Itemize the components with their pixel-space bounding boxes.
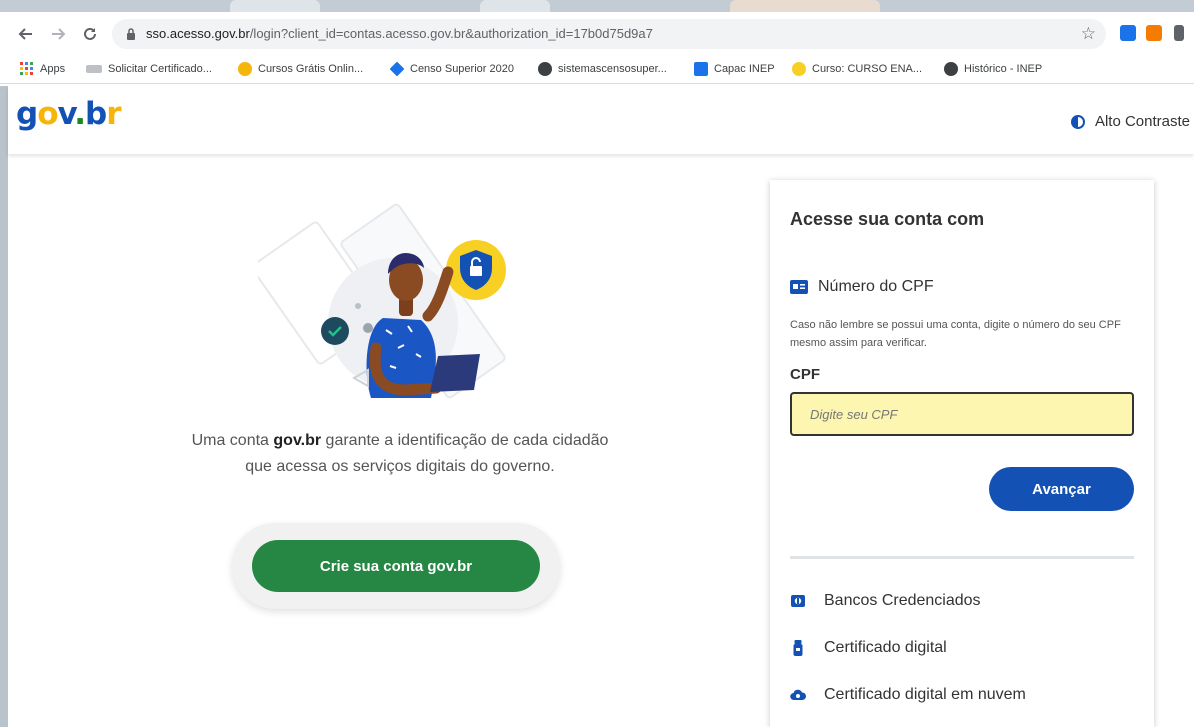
sap-icon xyxy=(86,65,102,73)
bookmark-cursos-gratis[interactable]: Cursos Grátis Onlin... xyxy=(238,60,363,78)
reload-button[interactable] xyxy=(78,22,102,46)
login-option-label: Certificado digital em nuvem xyxy=(824,686,1026,703)
govbr-logo[interactable]: gov.br xyxy=(16,96,122,132)
bookmark-label: Capac INEP xyxy=(714,63,775,75)
tab-strip xyxy=(0,0,1194,12)
url-path: /login?client_id=contas.acesso.gov.br&au… xyxy=(249,26,653,41)
bookmark-label: sistemascensosuper... xyxy=(558,63,667,75)
url-text: sso.acesso.gov.br/login?client_id=contas… xyxy=(146,26,653,41)
extension-search-icon[interactable] xyxy=(1120,25,1136,41)
login-option-cloud-certificate[interactable]: Certificado digital em nuvem xyxy=(790,686,1026,704)
person-laptop-illustration xyxy=(258,203,506,399)
login-card: Acesse sua conta com Número do CPF Caso … xyxy=(770,180,1154,727)
create-account-container: Crie sua conta gov.br xyxy=(232,523,560,609)
bookmarks-bar: Apps Solicitar Certificado... Cursos Grá… xyxy=(0,54,1194,84)
next-button[interactable]: Avançar xyxy=(989,467,1134,511)
forward-button[interactable] xyxy=(46,22,70,46)
url-host: sso.acesso.gov.br xyxy=(146,26,250,41)
arrow-right-icon xyxy=(52,28,66,40)
globe-icon xyxy=(944,62,958,76)
diamond-icon xyxy=(389,61,405,77)
intro-text-part: Uma conta xyxy=(191,432,274,449)
bookmark-curso-ena[interactable]: Curso: CURSO ENA... xyxy=(792,60,922,78)
bookmark-label: Solicitar Certificado... xyxy=(108,63,212,75)
bookmark-label: Histórico - INEP xyxy=(964,63,1043,75)
logo-letter: o xyxy=(37,96,58,132)
bookmark-apps[interactable]: Apps xyxy=(20,60,65,78)
address-bar[interactable]: sso.acesso.gov.br/login?client_id=contas… xyxy=(112,19,1106,49)
browser-chrome: sso.acesso.gov.br/login?client_id=contas… xyxy=(0,0,1194,86)
bookmark-historico-inep[interactable]: Histórico - INEP xyxy=(944,60,1042,78)
bank-icon xyxy=(791,595,805,607)
bulb-icon xyxy=(792,62,806,76)
bookmark-label: Cursos Grátis Onlin... xyxy=(258,63,364,75)
intro-text: Uma conta gov.br garante a identificação… xyxy=(190,428,610,480)
usb-token-icon xyxy=(793,640,803,656)
logo-letter: g xyxy=(16,96,38,132)
cpf-input[interactable] xyxy=(790,392,1134,436)
cpf-login-option[interactable]: Número do CPF xyxy=(790,278,934,296)
arrow-left-icon xyxy=(18,28,32,40)
logo-letter: b xyxy=(84,96,107,132)
bookmark-label: Censo Superior 2020 xyxy=(410,63,514,75)
bookmark-label: Curso: CURSO ENA... xyxy=(812,63,923,75)
browser-tab[interactable] xyxy=(480,0,550,12)
cpf-hint-text: Caso não lembre se possui uma conta, dig… xyxy=(790,319,1121,349)
lock-icon xyxy=(127,28,135,40)
bookmark-sistemas-censo[interactable]: sistemascensosuper... xyxy=(538,60,667,78)
browser-tab[interactable] xyxy=(730,0,880,12)
bookmark-star-icon[interactable]: ☆ xyxy=(1081,24,1096,44)
cpf-field-label: CPF xyxy=(790,366,820,383)
extension-bookmark-icon[interactable] xyxy=(1174,25,1184,41)
navigation-bar: sso.acesso.gov.br/login?client_id=contas… xyxy=(0,14,1194,54)
apps-grid-icon xyxy=(20,62,33,75)
login-option-digital-certificate[interactable]: Certificado digital xyxy=(790,639,947,657)
cpf-option-label: Número do CPF xyxy=(818,278,934,295)
bookmark-label: Apps xyxy=(40,63,66,75)
divider xyxy=(790,556,1134,559)
login-option-banks[interactable]: Bancos Credenciados xyxy=(790,592,981,610)
intro-section: Uma conta gov.br garante a identificação… xyxy=(8,154,768,727)
id-card-icon xyxy=(790,280,808,294)
bookmark-capac-inep[interactable]: Capac INEP xyxy=(694,60,775,78)
create-account-button[interactable]: Crie sua conta gov.br xyxy=(252,540,540,592)
globe-icon xyxy=(538,62,552,76)
lightbulb-icon xyxy=(238,62,252,76)
extension-shopping-icon[interactable] xyxy=(1146,25,1162,41)
browser-tab[interactable] xyxy=(230,0,320,12)
logo-letter: v xyxy=(57,96,76,132)
high-contrast-toggle[interactable]: Alto Contraste xyxy=(1070,113,1190,130)
page: gov.br Alto Contraste Uma conta gov.br g… xyxy=(8,86,1194,727)
contrast-icon xyxy=(1070,114,1085,129)
high-contrast-label: Alto Contraste xyxy=(1094,113,1190,130)
logo-letter: r xyxy=(106,96,121,132)
intro-brand: gov.br xyxy=(273,432,322,449)
reload-icon xyxy=(84,27,96,40)
back-button[interactable] xyxy=(14,22,38,46)
login-title: Acesse sua conta com xyxy=(790,209,985,229)
cloud-certificate-icon xyxy=(790,689,806,701)
bookmark-censo-superior[interactable]: Censo Superior 2020 xyxy=(389,60,514,78)
site-header: gov.br Alto Contraste xyxy=(8,86,1194,154)
bookmark-solicitar-certificado[interactable]: Solicitar Certificado... xyxy=(86,60,212,78)
logo-dot: . xyxy=(74,96,86,132)
inep-icon xyxy=(694,62,708,76)
login-option-label: Certificado digital xyxy=(824,639,947,656)
login-option-label: Bancos Credenciados xyxy=(824,592,981,609)
